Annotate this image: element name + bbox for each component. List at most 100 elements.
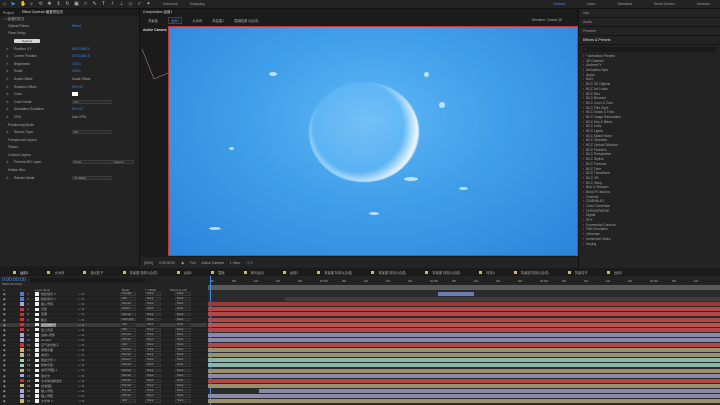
camera-icon[interactable]: ◉ <box>181 261 184 265</box>
time-ruler[interactable]: 00f 05f 10f 15f 20f 01:00f 05f 10f 15f 20f 02:00f 0… <box>208 276 720 285</box>
track-matte-select[interactable]: None <box>145 383 161 388</box>
panel-effects-presets[interactable]: Effects & Presets <box>579 36 720 45</box>
property-value[interactable]: 540.0,360.0 <box>72 47 90 51</box>
stopwatch-icon[interactable]: ⏱ <box>6 115 8 119</box>
rect-icon[interactable]: □ <box>83 1 88 7</box>
property-value[interactable]: 0x+0.0° <box>72 85 84 89</box>
layer-name[interactable]: 雾量水面 <box>41 348 53 352</box>
layer-name[interactable]: 大水体 2 <box>41 399 53 403</box>
puppet-icon[interactable]: ✶ <box>146 1 151 7</box>
parent-select[interactable]: None <box>175 322 191 327</box>
timeline-tab[interactable]: 背景图 特效2(合成) <box>371 270 406 275</box>
stopwatch-icon[interactable]: ⏱ <box>6 130 8 134</box>
brush-icon[interactable]: / <box>110 1 115 7</box>
layer-duration-bar[interactable] <box>208 302 720 307</box>
pan-icon[interactable]: ✥ <box>47 1 52 7</box>
track-matte-select[interactable]: None <box>145 373 161 378</box>
layer-switches[interactable]: ⌂ ⁄ fx <box>78 343 84 347</box>
timeline-tab[interactable]: 运用2 <box>283 270 298 275</box>
blend-mode-select[interactable]: Normal <box>120 383 136 388</box>
panel-audio[interactable]: Audio <box>579 18 720 27</box>
expand-arrow-icon[interactable]: › <box>1 24 2 27</box>
blend-mode-select[interactable]: Add <box>120 297 136 302</box>
layer-duration-bar[interactable] <box>208 312 720 317</box>
parent-select[interactable]: None <box>175 332 191 337</box>
blend-mode-select[interactable]: Normal <box>120 363 136 368</box>
label-color[interactable] <box>20 373 24 378</box>
timeline-tab[interactable]: 运用1 <box>607 270 622 275</box>
layer-switches[interactable]: ⌂ ⁄ fx <box>78 399 84 403</box>
property-dropdown[interactable]: 2D <box>72 130 112 135</box>
view-select[interactable]: Active Camera <box>202 261 224 265</box>
layer-switches[interactable]: ⌂ ⁄ fx <box>78 297 84 301</box>
parent-select[interactable]: None <box>175 358 191 363</box>
layer-duration-bar[interactable] <box>284 297 720 302</box>
blend-mode-select[interactable]: Normal <box>120 312 136 317</box>
parent-select[interactable]: None <box>175 348 191 352</box>
breadcrumb-item[interactable]: 大冰块 <box>192 18 202 23</box>
label-color[interactable] <box>20 383 24 388</box>
visibility-icon[interactable]: ◉ <box>3 394 6 398</box>
visibility-icon[interactable]: ◉ <box>3 348 6 352</box>
property-dropdown[interactable]: On Black <box>72 175 112 180</box>
parent-select[interactable]: None <box>175 307 191 312</box>
parent-select[interactable]: None <box>175 394 191 398</box>
label-color[interactable] <box>20 399 24 403</box>
layer-duration-bar[interactable] <box>208 363 720 368</box>
visibility-icon[interactable]: ◉ <box>3 399 6 403</box>
stopwatch-icon[interactable]: ⏱ <box>6 107 8 111</box>
label-color[interactable] <box>20 317 24 322</box>
layer-name[interactable]: 发上光晕 <box>41 328 53 332</box>
blend-mode-select[interactable]: Add <box>120 399 136 403</box>
resolution-select[interactable]: Full <box>190 261 195 265</box>
current-time[interactable]: 0:00:00:00 <box>159 261 175 265</box>
parent-select[interactable]: None <box>175 378 191 383</box>
label-color[interactable] <box>20 353 24 357</box>
track-matte-select[interactable]: None <box>145 312 161 317</box>
label-color[interactable] <box>20 389 24 393</box>
track-matte-select[interactable]: None <box>145 302 161 307</box>
blend-mode-select[interactable]: Normal <box>120 353 136 358</box>
label-color[interactable] <box>20 302 24 306</box>
breadcrumb-item[interactable]: 鸡金盾2 <box>212 18 224 23</box>
layer-switches[interactable]: ⌂ ⁄ fx <box>78 292 84 296</box>
layer-switches[interactable]: ⌂ ⁄ fx <box>78 318 84 322</box>
workspace-learn[interactable]: Learn <box>587 2 596 6</box>
layer-switches[interactable]: ⌂ ⁄ fx <box>78 348 84 352</box>
visibility-icon[interactable]: ◉ <box>3 379 6 383</box>
visibility-icon[interactable]: ◉ <box>3 374 6 378</box>
timeline-tab[interactable]: 背景粒子 <box>568 270 588 275</box>
layer-switches[interactable]: ⌂ ⁄ fx <box>78 307 84 311</box>
checkbox-label[interactable]: Use GPU <box>72 115 86 119</box>
layer-switches[interactable]: ⌂ ⁄ fx <box>78 389 84 393</box>
property-dropdown[interactable]: None <box>72 160 112 165</box>
layer-name[interactable]: 粗金光影 2 <box>41 358 56 362</box>
parent-select[interactable]: None <box>175 353 191 358</box>
layer-duration-bar[interactable] <box>208 399 720 404</box>
clone-icon[interactable]: ⊥ <box>119 1 124 7</box>
label-color[interactable] <box>20 338 24 342</box>
parent-select[interactable]: None <box>175 399 191 403</box>
blend-mode-select[interactable]: Normal <box>120 337 136 342</box>
orbit-icon[interactable]: ⟲ <box>38 1 43 7</box>
track-matte-select[interactable]: None <box>145 327 161 332</box>
label-color[interactable] <box>20 363 24 368</box>
layer-switches[interactable]: ⌂ ⁄ fx <box>78 374 84 378</box>
parent-select[interactable]: None <box>175 368 191 373</box>
layer-name[interactable]: 锚入雪碗 <box>41 302 53 306</box>
layer-name[interactable]: 锚入雪碗 <box>41 394 53 398</box>
layer-duration-bar[interactable] <box>208 322 720 327</box>
label-color[interactable] <box>20 322 24 327</box>
workspace-small-screen[interactable]: Small Screen <box>654 2 675 6</box>
parent-select[interactable]: None <box>175 317 191 322</box>
parent-select[interactable]: None <box>175 327 191 332</box>
parent-select[interactable]: None <box>175 388 191 393</box>
roto-icon[interactable]: ✓ <box>137 1 142 7</box>
layer-duration-bar[interactable] <box>208 353 720 358</box>
parent-select[interactable]: None <box>175 363 191 368</box>
timeline-tab[interactable]: 雪崩 <box>211 270 225 275</box>
composition-viewer[interactable] <box>168 26 578 256</box>
layer-name[interactable]: 整体光晕 <box>41 363 53 367</box>
panel-preview[interactable]: Preview <box>579 27 720 36</box>
tab-project[interactable]: Project <box>3 11 14 15</box>
